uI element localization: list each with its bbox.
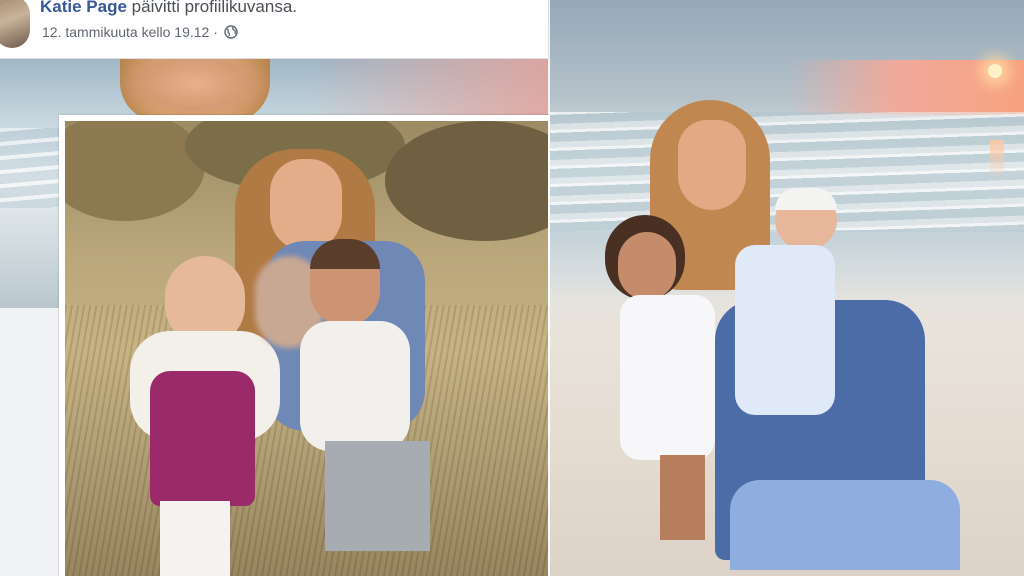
profile-picture-frame[interactable]	[59, 115, 550, 576]
post-header: Katie Page päivitti profiilikuvansa. 12.…	[0, 0, 549, 59]
post-action-text: päivitti profiilikuvansa.	[131, 0, 298, 16]
poster-name-link[interactable]: Katie Page	[40, 0, 127, 16]
post-timestamp-link[interactable]: 12. tammikuuta kello 19.12	[42, 24, 209, 40]
cover-photo-face	[120, 58, 270, 122]
profile-picture	[65, 121, 548, 576]
post-meta: 12. tammikuuta kello 19.12 ·	[42, 24, 238, 40]
globe-icon[interactable]	[224, 25, 238, 39]
sun	[988, 64, 1002, 78]
facebook-post: Katie Page päivitti profiilikuvansa. 12.…	[0, 0, 550, 576]
post-title: Katie Page päivitti profiilikuvansa.	[40, 0, 297, 17]
meta-separator: ·	[209, 24, 218, 40]
avatar[interactable]	[0, 0, 30, 48]
feed-background	[0, 308, 60, 576]
beach-photo	[550, 0, 1024, 576]
